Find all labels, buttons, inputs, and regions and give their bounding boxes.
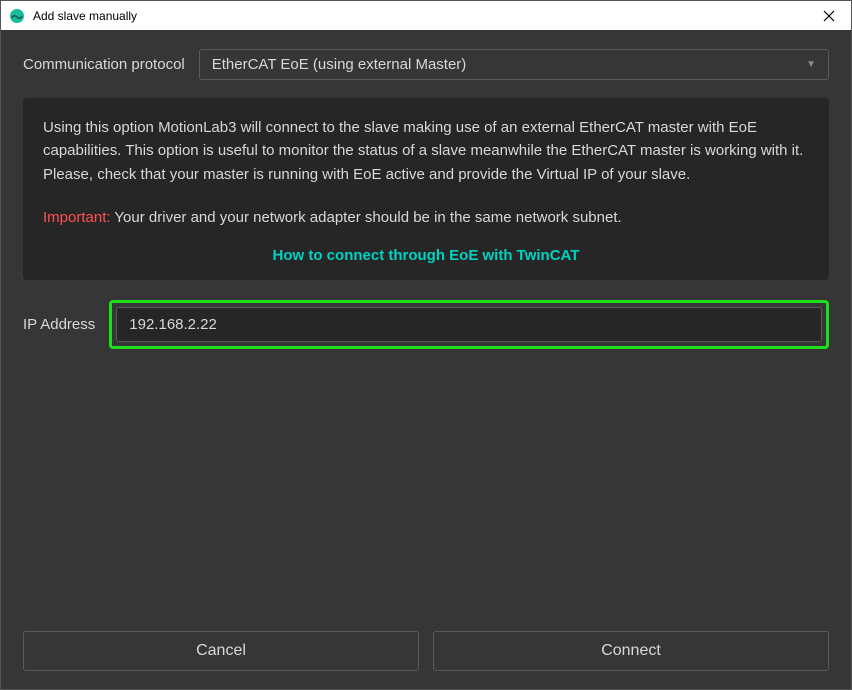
button-row: Cancel Connect	[23, 631, 829, 671]
info-box: Using this option MotionLab3 will connec…	[23, 98, 829, 280]
ip-input-highlight	[109, 300, 829, 349]
protocol-row: Communication protocol EtherCAT EoE (usi…	[23, 49, 829, 80]
connect-button[interactable]: Connect	[433, 631, 829, 671]
spacer	[23, 349, 829, 617]
protocol-select[interactable]: EtherCAT EoE (using external Master) ▼	[199, 49, 829, 80]
info-important: Important: Your driver and your network …	[43, 206, 809, 229]
ip-label: IP Address	[23, 316, 95, 333]
titlebar: Add slave manually	[1, 1, 851, 31]
close-icon[interactable]	[815, 2, 843, 30]
dialog-content: Communication protocol EtherCAT EoE (usi…	[1, 31, 851, 689]
window-title: Add slave manually	[33, 9, 815, 23]
help-link[interactable]: How to connect through EoE with TwinCAT	[43, 247, 809, 264]
chevron-down-icon: ▼	[806, 59, 816, 70]
dialog-window: Add slave manually Communication protoco…	[0, 0, 852, 690]
ip-row: IP Address	[23, 300, 829, 349]
important-text: Your driver and your network adapter sho…	[111, 209, 622, 226]
protocol-label: Communication protocol	[23, 56, 185, 73]
info-description: Using this option MotionLab3 will connec…	[43, 116, 809, 186]
protocol-selected-value: EtherCAT EoE (using external Master)	[212, 56, 467, 73]
cancel-button[interactable]: Cancel	[23, 631, 419, 671]
ip-input[interactable]	[116, 307, 822, 342]
app-icon	[9, 8, 25, 24]
important-label: Important:	[43, 209, 111, 226]
